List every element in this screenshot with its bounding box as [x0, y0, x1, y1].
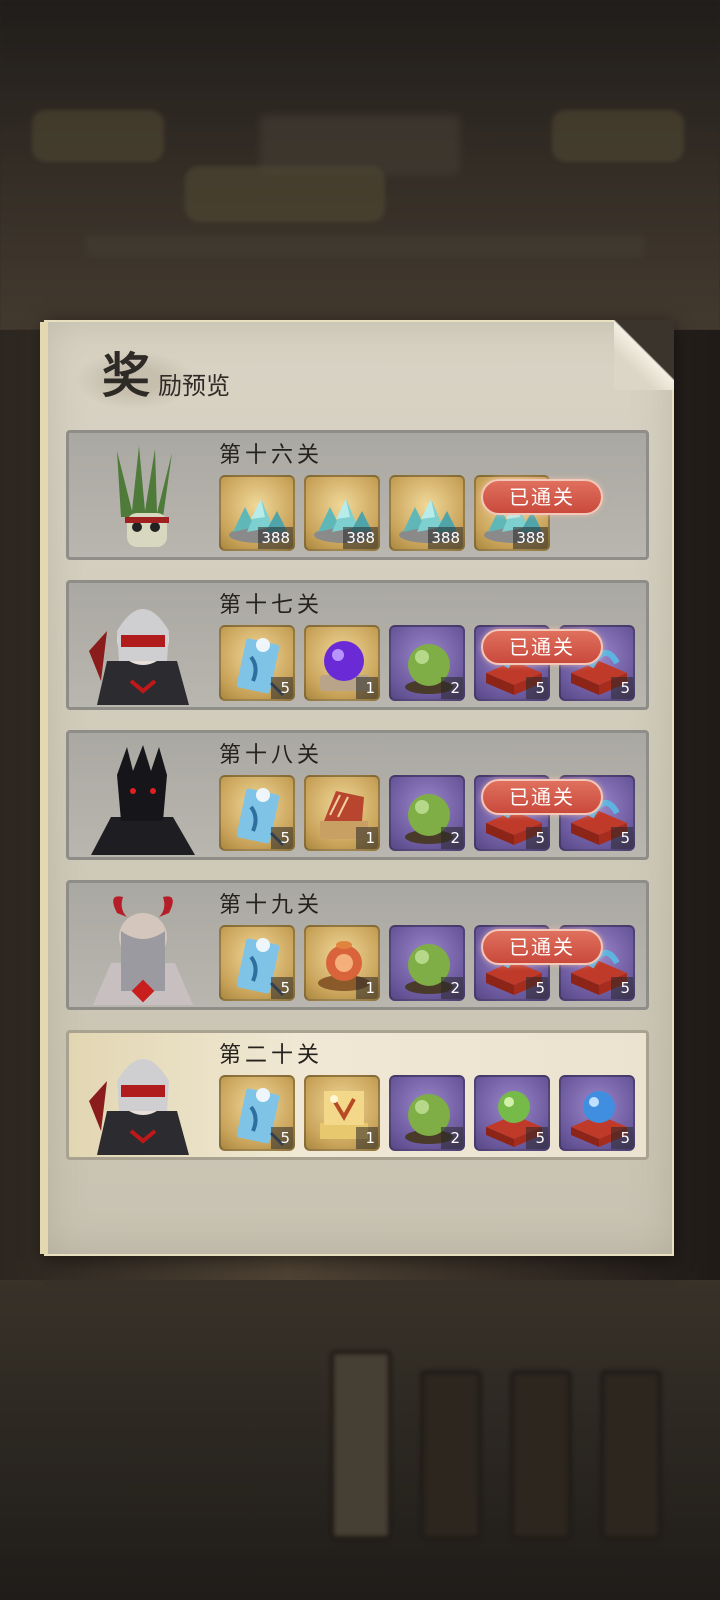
- reward-count: 2: [441, 677, 463, 699]
- reward-count: 2: [441, 977, 463, 999]
- cleared-badge: 已通关: [481, 929, 603, 965]
- blue-scroll-icon[interactable]: 5: [219, 1075, 295, 1151]
- blue-scroll-icon[interactable]: 5: [219, 625, 295, 701]
- jade-crystal-icon[interactable]: 388: [219, 475, 295, 551]
- level-title: 第十八关: [219, 743, 324, 768]
- reward-count: 1: [356, 677, 378, 699]
- level-title: 第十六关: [219, 443, 324, 468]
- reward-count: 5: [526, 1127, 548, 1149]
- reward-count: 2: [441, 1127, 463, 1149]
- cleared-badge: 已通关: [481, 779, 603, 815]
- blue-chest-icon[interactable]: 5: [559, 1075, 635, 1151]
- reward-count: 5: [611, 677, 633, 699]
- level-title: 第十九关: [219, 893, 324, 918]
- panel-title-big: 奖: [102, 348, 151, 404]
- panel-title-small: 励预览: [158, 372, 230, 400]
- reward-count: 2: [441, 827, 463, 849]
- page-curl-decoration: [614, 320, 674, 390]
- level-row[interactable]: 第十八关 5 1 2 5 5 已通关: [66, 730, 649, 860]
- reward-count: 388: [343, 527, 378, 549]
- reward-count: 5: [271, 677, 293, 699]
- blue-scroll-icon[interactable]: 5: [219, 775, 295, 851]
- reward-count: 5: [526, 677, 548, 699]
- reward-count: 5: [271, 827, 293, 849]
- blue-scroll-icon[interactable]: 5: [219, 925, 295, 1001]
- level-title: 第二十关: [219, 1043, 324, 1068]
- reward-count: 388: [428, 527, 463, 549]
- reward-count: 5: [526, 977, 548, 999]
- reward-count: 5: [611, 1127, 633, 1149]
- green-orb-icon[interactable]: 2: [389, 1075, 465, 1151]
- reward-count: 5: [611, 827, 633, 849]
- level-title: 第十七关: [219, 593, 324, 618]
- masked-swordsman-portrait: [77, 1041, 207, 1155]
- reward-count: 388: [513, 527, 548, 549]
- cleared-badge: 已通关: [481, 629, 603, 665]
- jade-crystal-icon[interactable]: 388: [304, 475, 380, 551]
- level-row[interactable]: 第十七关 5 1 2 5 5 已通关: [66, 580, 649, 710]
- cleared-badge: 已通关: [481, 479, 603, 515]
- purple-orb-icon[interactable]: 1: [304, 625, 380, 701]
- reward-count: 5: [611, 977, 633, 999]
- reward-count: 5: [526, 827, 548, 849]
- reward-count: 1: [356, 977, 378, 999]
- green-orb-icon[interactable]: 2: [389, 925, 465, 1001]
- reward-count: 388: [258, 527, 293, 549]
- reward-count: 5: [271, 1127, 293, 1149]
- reward-count: 1: [356, 827, 378, 849]
- red-book-icon[interactable]: 1: [304, 775, 380, 851]
- reward-count: 5: [271, 977, 293, 999]
- green-chest-icon[interactable]: 5: [474, 1075, 550, 1151]
- level-row[interactable]: 第十九关 5 1 2 5 5 已通关: [66, 880, 649, 1010]
- level-row[interactable]: 第二十关 5 1 2 5 5: [66, 1030, 649, 1160]
- red-lotus-icon[interactable]: 1: [304, 925, 380, 1001]
- green-orb-icon[interactable]: 2: [389, 625, 465, 701]
- green-orb-icon[interactable]: 2: [389, 775, 465, 851]
- masked-swordsman-portrait: [77, 591, 207, 705]
- reward-preview-panel: 奖 励预览 第十六关 388 388 388 388 已通关 第十七关 5 1 2 5 5 已通关 第十八…: [40, 320, 674, 1256]
- horned-elder-portrait: [77, 891, 207, 1005]
- grass-spirit-portrait: [77, 441, 207, 555]
- jade-crystal-icon[interactable]: 388: [389, 475, 465, 551]
- level-row[interactable]: 第十六关 388 388 388 388 已通关: [66, 430, 649, 560]
- reward-count: 1: [356, 1127, 378, 1149]
- gold-book-icon[interactable]: 1: [304, 1075, 380, 1151]
- dark-knight-portrait: [77, 741, 207, 855]
